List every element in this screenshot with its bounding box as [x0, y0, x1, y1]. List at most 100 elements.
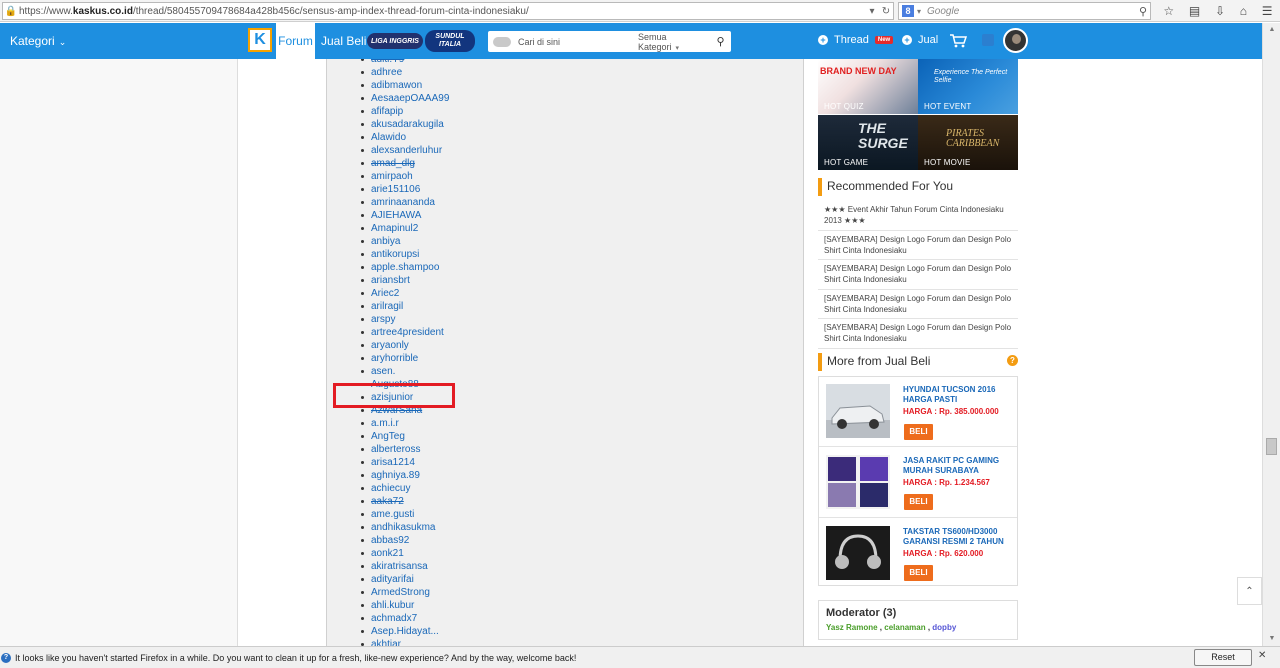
reading-list-icon[interactable]: ▤ [1189, 4, 1200, 18]
bookmark-star-icon[interactable]: ☆ [1163, 4, 1174, 18]
address-bar[interactable]: 🔒 https://www.kaskus.co.id/thread/580455… [2, 2, 894, 20]
jual-beli-item[interactable]: JASA RAKIT PC GAMING MURAH SURABAYA HARG… [819, 448, 1017, 518]
user-list-item[interactable]: artree4president [359, 326, 559, 339]
moderator-link[interactable]: dopby [932, 623, 956, 632]
kaskus-logo[interactable]: K [248, 28, 272, 52]
scroll-down-icon[interactable]: ▼ [1263, 632, 1280, 646]
user-list-item[interactable]: ame.gusti [359, 508, 559, 521]
search-input[interactable]: Cari di sini [518, 37, 638, 47]
user-list-item[interactable]: adityarifai [359, 573, 559, 586]
product-thumbnail-headphones[interactable] [826, 526, 890, 580]
user-list-item[interactable]: Asep.Hidayat... [359, 625, 559, 638]
user-list-item[interactable]: arilragil [359, 300, 559, 313]
reset-firefox-button[interactable]: Reset Firefox... [1194, 649, 1252, 668]
close-icon[interactable]: ✕ [1258, 650, 1266, 661]
page-scrollbar[interactable]: ▲ ▼ [1262, 23, 1280, 646]
buy-button[interactable]: BELI [904, 494, 933, 510]
back-to-top-button[interactable]: ⌃ [1237, 577, 1262, 605]
sundul-italia-badge[interactable]: SUNDUL ITALIA [425, 30, 475, 52]
user-list-item[interactable]: antikorupsi [359, 248, 559, 261]
recommended-item[interactable]: [SAYEMBARA] Design Logo Forum dan Design… [818, 319, 1018, 349]
tab-forum[interactable]: Forum [276, 23, 315, 59]
liga-inggris-badge[interactable]: LIGA INGGRIS [367, 33, 423, 49]
moderator-link[interactable]: celanaman [884, 623, 925, 632]
user-list-item[interactable]: arie151106 [359, 183, 559, 196]
product-thumbnail-pc[interactable] [826, 455, 890, 509]
user-list-item[interactable]: achiecuy [359, 482, 559, 495]
user-list-item[interactable]: akiratrisansa [359, 560, 559, 573]
tab-jual-beli[interactable]: Jual Beli [321, 34, 366, 48]
search-engine-icon[interactable]: 8 [902, 5, 914, 17]
moderator-link[interactable]: Yasz Ramone [826, 623, 878, 632]
kategori-menu[interactable]: Kategori ⌄ [10, 34, 66, 48]
user-list-item[interactable]: asen. [359, 365, 559, 378]
user-list-item[interactable]: andhikasukma [359, 521, 559, 534]
user-list-item[interactable]: a.m.i.r [359, 417, 559, 430]
banner-hot-game[interactable]: THE SURGE HOT GAME [818, 115, 918, 170]
help-icon[interactable]: ? [1007, 355, 1018, 366]
user-list-item[interactable]: aryaonly [359, 339, 559, 352]
user-list-item[interactable]: alexsanderluhur [359, 144, 559, 157]
address-text[interactable]: https://www.kaskus.co.id/thread/58045570… [19, 6, 865, 17]
category-select[interactable]: Semua Kategori ▾ [638, 32, 710, 52]
notification-icon[interactable] [982, 34, 994, 46]
recommended-item[interactable]: [SAYEMBARA] Design Logo Forum dan Design… [818, 231, 1018, 260]
user-list-item[interactable]: ariansbrt [359, 274, 559, 287]
user-list-item[interactable]: AJIEHAWA [359, 209, 559, 222]
user-list-item[interactable]: adibmawon [359, 79, 559, 92]
menu-icon[interactable]: ☰ [1262, 4, 1273, 18]
banner-hot-event[interactable]: Experience The Perfect Selfie HOT EVENT [918, 59, 1018, 114]
user-list-item[interactable]: akhtiar [359, 638, 559, 646]
buy-button[interactable]: BELI [904, 565, 933, 581]
site-search[interactable]: Cari di sini Semua Kategori ▾ ⚲ [488, 31, 731, 52]
jual-beli-item[interactable]: TAKSTAR TS600/HD3000 GARANSI RESMI 2 TAH… [819, 519, 1017, 589]
user-list-item[interactable]: Ariec2 [359, 287, 559, 300]
recommended-item[interactable]: [SAYEMBARA] Design Logo Forum dan Design… [818, 290, 1018, 319]
user-list-item[interactable]: afifapip [359, 105, 559, 118]
user-list-item[interactable]: aonk21 [359, 547, 559, 560]
user-list-item[interactable]: alberteross [359, 443, 559, 456]
product-title[interactable]: JASA RAKIT PC GAMING MURAH SURABAYA [903, 456, 1013, 476]
recommended-item[interactable]: [SAYEMBARA] Design Logo Forum dan Design… [818, 260, 1018, 290]
reload-icon[interactable]: ↻ [879, 6, 893, 17]
user-list-item[interactable]: amrinaananda [359, 196, 559, 209]
user-list-item[interactable]: AngTeg [359, 430, 559, 443]
banner-hot-quiz[interactable]: BRAND NEW DAY HOT QUIZ [818, 59, 918, 114]
product-thumbnail-car[interactable] [826, 384, 890, 438]
create-thread-button[interactable]: + Thread New [818, 34, 894, 46]
user-list-item[interactable]: Alawido [359, 131, 559, 144]
user-list-item[interactable]: ahli.kubur [359, 599, 559, 612]
search-icon[interactable]: ⚲ [1139, 5, 1147, 18]
user-list-item[interactable]: Amapinul2 [359, 222, 559, 235]
user-list-item[interactable]: aditi.Y9 [359, 59, 559, 66]
user-list-item[interactable]: abbas92 [359, 534, 559, 547]
jual-beli-item[interactable]: HYUNDAI TUCSON 2016 HARGA PASTI HARGA : … [819, 377, 1017, 447]
avatar[interactable] [1003, 28, 1028, 53]
user-list-item[interactable]: aryhorrible [359, 352, 559, 365]
user-list-item[interactable]: anbiya [359, 235, 559, 248]
user-list-item[interactable]: arspy [359, 313, 559, 326]
product-title[interactable]: HYUNDAI TUCSON 2016 HARGA PASTI [903, 385, 1013, 405]
user-list-item[interactable]: ArmedStrong [359, 586, 559, 599]
user-list-item[interactable]: achmadx7 [359, 612, 559, 625]
user-list-item[interactable]: apple.shampoo [359, 261, 559, 274]
browser-search-bar[interactable]: 8 ▾ Google ⚲ [898, 2, 1151, 20]
recommended-item[interactable]: ★★★ Event Akhir Tahun Forum Cinta Indone… [818, 201, 1018, 231]
scroll-up-icon[interactable]: ▲ [1263, 23, 1280, 37]
user-list-item[interactable]: amirpaoh [359, 170, 559, 183]
user-list-item[interactable]: amad_dlg [359, 157, 559, 170]
user-list-item[interactable]: arisa1214 [359, 456, 559, 469]
download-icon[interactable]: ⇩ [1215, 4, 1225, 18]
buy-button[interactable]: BELI [904, 424, 933, 440]
create-jual-button[interactable]: + Jual [902, 34, 938, 46]
home-icon[interactable]: ⌂ [1240, 4, 1247, 18]
chevron-down-icon[interactable]: ▾ [917, 7, 921, 16]
scroll-thumb[interactable] [1266, 438, 1277, 455]
banner-hot-movie[interactable]: PIRATES CARIBBEAN HOT MOVIE [918, 115, 1018, 170]
user-list-item[interactable]: adhree [359, 66, 559, 79]
cart-icon[interactable] [949, 33, 967, 49]
user-list-item[interactable]: akusadarakugila [359, 118, 559, 131]
product-title[interactable]: TAKSTAR TS600/HD3000 GARANSI RESMI 2 TAH… [903, 527, 1013, 547]
user-list-item[interactable]: aghniya.89 [359, 469, 559, 482]
search-icon[interactable]: ⚲ [710, 31, 731, 52]
